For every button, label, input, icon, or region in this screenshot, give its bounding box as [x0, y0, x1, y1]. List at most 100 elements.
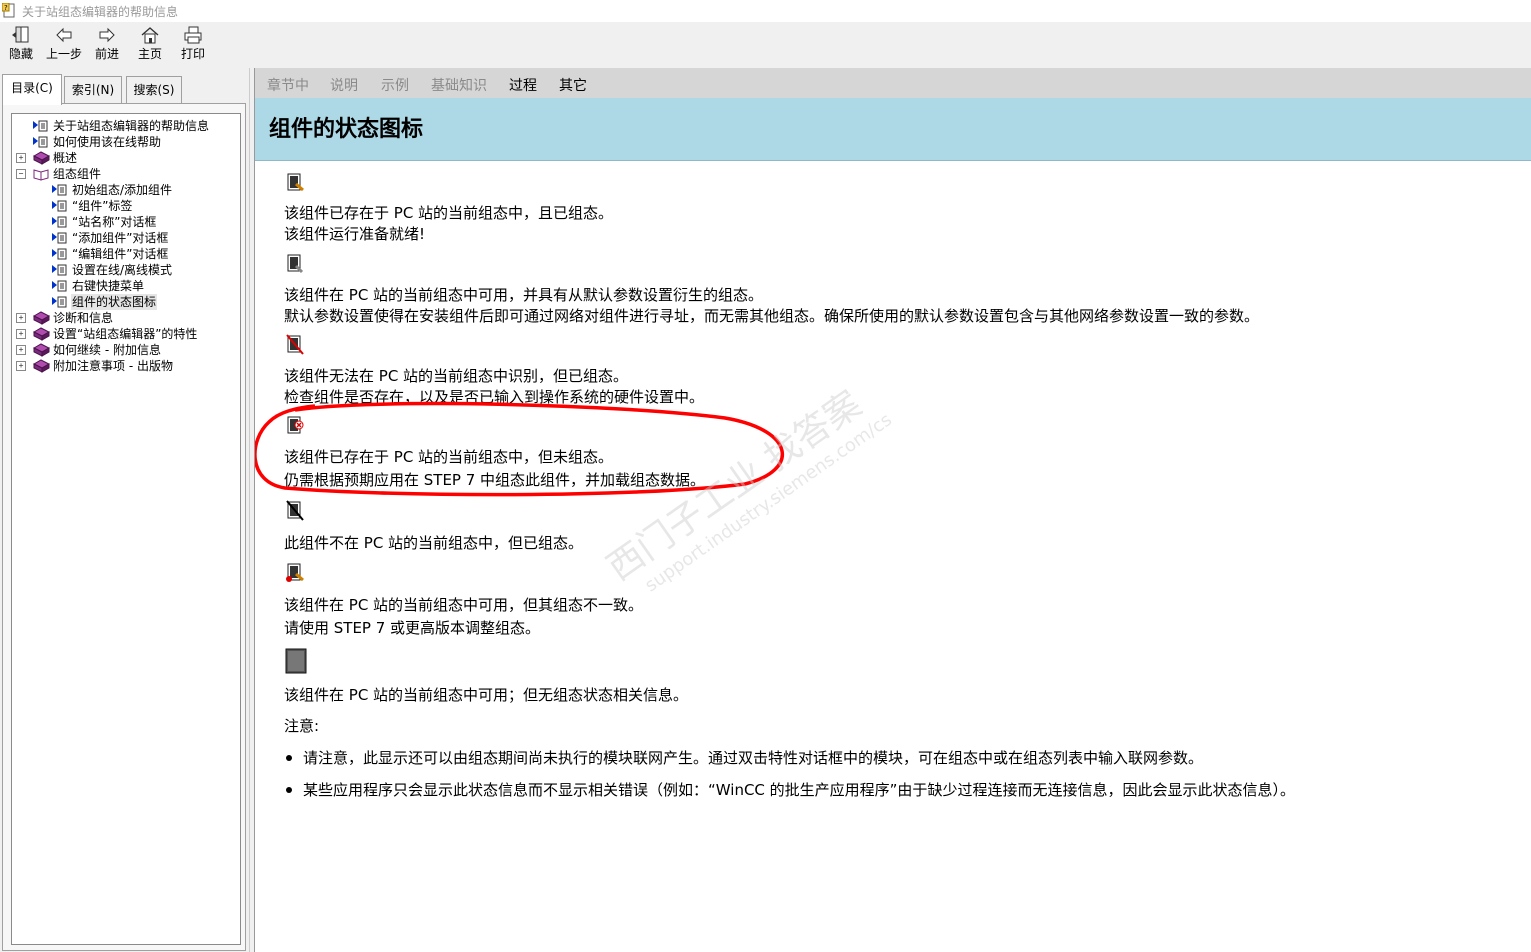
book-icon — [32, 327, 50, 341]
home-button[interactable]: 主页 — [135, 24, 165, 66]
page-topic-icon — [52, 232, 67, 244]
topic-nav-bar: 章节中 说明 示例 基础知识 过程 其它 — [255, 68, 1531, 98]
bullet — [286, 755, 292, 761]
nav-link[interactable]: 示例 — [381, 75, 409, 95]
expand-icon[interactable]: + — [16, 313, 26, 323]
tree-item-label: “编辑组件”对话框 — [72, 247, 169, 261]
tree-item-label: 关于站组态编辑器的帮助信息 — [53, 119, 210, 133]
nav-link[interactable]: 其它 — [559, 75, 587, 95]
tree-item[interactable]: + 如何继续 - 附加信息 — [12, 342, 240, 358]
status-icon — [285, 253, 305, 278]
nav-link[interactable]: 基础知识 — [431, 75, 487, 95]
tree-item[interactable]: + 诊断和信息 — [12, 310, 240, 326]
back-button[interactable]: 上一步 — [44, 24, 84, 66]
not-recognized-icon — [286, 334, 304, 355]
tree-item[interactable]: + 设置“站组态编辑器”的特性 — [12, 326, 240, 342]
tree-item-label: “组件”标签 — [72, 199, 133, 213]
window-title: 关于站组态编辑器的帮助信息 — [22, 5, 179, 19]
nav-link[interactable]: 章节中 — [267, 75, 309, 95]
tree-item[interactable]: + 概述 — [12, 150, 240, 166]
tree-item[interactable]: + 附加注意事项 - 出版物 — [12, 358, 240, 374]
tree-item-label: 附加注意事项 - 出版物 — [53, 359, 173, 373]
tree-item-label: 如何使用该在线帮助 — [53, 135, 162, 149]
tree-item[interactable]: “添加组件”对话框 — [12, 230, 240, 246]
nav-link[interactable]: 说明 — [330, 75, 358, 95]
tree-item[interactable]: − 组态组件 — [12, 166, 240, 182]
tree-item-label: “添加组件”对话框 — [72, 231, 169, 245]
page-topic-icon — [52, 296, 67, 308]
status-icon — [285, 648, 307, 677]
title-bar: ? 关于站组态编辑器的帮助信息 — [0, 0, 1531, 22]
tab-contents[interactable]: 目录(C) — [2, 74, 62, 105]
entry-text: 默认参数设置使得在安装组件后即可通过网络对组件进行寻址，而无需其他组态。确保所使… — [284, 307, 1260, 325]
topic-header: 组件的状态图标 — [255, 98, 1531, 161]
note-item: 请注意，此显示还可以由组态期间尚未执行的模块联网产生。通过双击特性对话框中的模块… — [303, 749, 1204, 767]
page-topic-icon — [52, 216, 67, 228]
tree-item[interactable]: 设置在线/离线模式 — [12, 262, 240, 278]
forward-button[interactable]: 前进 — [92, 24, 122, 66]
home-icon — [141, 27, 159, 44]
page-topic-icon — [33, 136, 48, 148]
tree-item[interactable]: 右键快捷菜单 — [12, 278, 240, 294]
page-topic-icon — [52, 264, 67, 276]
content-pane: 章节中 说明 示例 基础知识 过程 其它 组件的状态图标 该组件已存在于 PC 站的当前组… — [255, 68, 1531, 952]
inconsistent-config-icon — [286, 563, 304, 582]
entry-text: 该组件已存在于 PC 站的当前组态中，且已组态。 — [284, 204, 614, 222]
forward-arrow-icon — [99, 27, 115, 43]
tree-item[interactable]: 组件的状态图标 — [12, 294, 240, 310]
hide-button[interactable]: 隐藏 — [6, 24, 36, 66]
expand-icon[interactable]: + — [16, 153, 26, 163]
tree-item-label: 概述 — [53, 151, 78, 165]
default-config-icon — [287, 254, 304, 274]
entry-text: 该组件在 PC 站的当前组态中可用；但无组态状态相关信息。 — [284, 686, 689, 704]
collapse-icon[interactable]: − — [16, 169, 26, 179]
tree-item-label: “站名称”对话框 — [72, 215, 157, 229]
note-item: 某些应用程序只会显示此状态信息而不显示相关错误（例如：“WinCC 的批生产应用… — [303, 781, 1295, 799]
print-icon — [184, 26, 202, 44]
bullet — [286, 787, 292, 793]
entry-text: 该组件无法在 PC 站的当前组态中识别，但已组态。 — [284, 367, 629, 385]
page-title: 组件的状态图标 — [269, 117, 424, 142]
nav-link[interactable]: 过程 — [509, 75, 537, 95]
expand-icon[interactable]: + — [16, 329, 26, 339]
expand-icon[interactable]: + — [16, 361, 26, 371]
tab-search[interactable]: 搜索(S) — [126, 76, 182, 103]
no-status-info-icon — [285, 648, 307, 674]
tree-item[interactable]: 关于站组态编辑器的帮助信息 — [12, 118, 240, 134]
page-topic-icon — [33, 120, 48, 132]
tree-item-label: 组态组件 — [53, 167, 102, 181]
tree-item-label: 设置“站组态编辑器”的特性 — [53, 327, 198, 341]
open-book-icon — [33, 169, 49, 181]
status-icon — [285, 172, 305, 197]
toolbar: 隐藏 上一步 前进 主页 打印 — [0, 22, 1531, 69]
entry-text: 该组件运行准备就绪! — [284, 225, 426, 243]
print-button[interactable]: 打印 — [178, 24, 208, 66]
status-icon — [285, 562, 305, 587]
tree-item-label: 诊断和信息 — [53, 311, 114, 325]
tree-item[interactable]: “组件”标签 — [12, 198, 240, 214]
status-icon — [285, 334, 305, 359]
page-topic-icon — [52, 200, 67, 212]
book-icon — [32, 311, 50, 325]
navigation-pane: 目录(C) 索引(N) 搜索(S) 关于站组态编辑器的帮助信息 如何使用该在线帮助… — [0, 68, 249, 952]
tree-item-label: 如何继续 - 附加信息 — [53, 343, 161, 357]
book-icon — [32, 343, 50, 357]
tree-item[interactable]: “编辑组件”对话框 — [12, 246, 240, 262]
tab-index[interactable]: 索引(N) — [64, 76, 122, 103]
tree-item-label: 组件的状态图标 — [71, 294, 158, 310]
back-arrow-icon — [56, 27, 72, 43]
tree-item[interactable]: “站名称”对话框 — [12, 214, 240, 230]
tree-item-label: 设置在线/离线模式 — [72, 263, 173, 277]
expand-icon[interactable]: + — [16, 345, 26, 355]
page-topic-icon — [52, 184, 67, 196]
help-file-icon: ? — [2, 3, 15, 18]
tree-item[interactable]: 初始组态/添加组件 — [12, 182, 240, 198]
entry-text: 请使用 STEP 7 或更高版本调整组态。 — [284, 619, 541, 637]
book-icon — [32, 151, 50, 165]
tree-item[interactable]: 如何使用该在线帮助 — [12, 134, 240, 150]
tab-panel: 关于站组态编辑器的帮助信息 如何使用该在线帮助 + 概述 − 组态组件 初始组态/添加组件 “… — [2, 103, 246, 951]
page-topic-icon — [52, 280, 67, 292]
tree-item-label: 右键快捷菜单 — [72, 279, 145, 293]
contents-tree: 关于站组态编辑器的帮助信息 如何使用该在线帮助 + 概述 − 组态组件 初始组态/添加组件 “… — [11, 113, 241, 945]
configured-ready-icon — [287, 173, 304, 192]
